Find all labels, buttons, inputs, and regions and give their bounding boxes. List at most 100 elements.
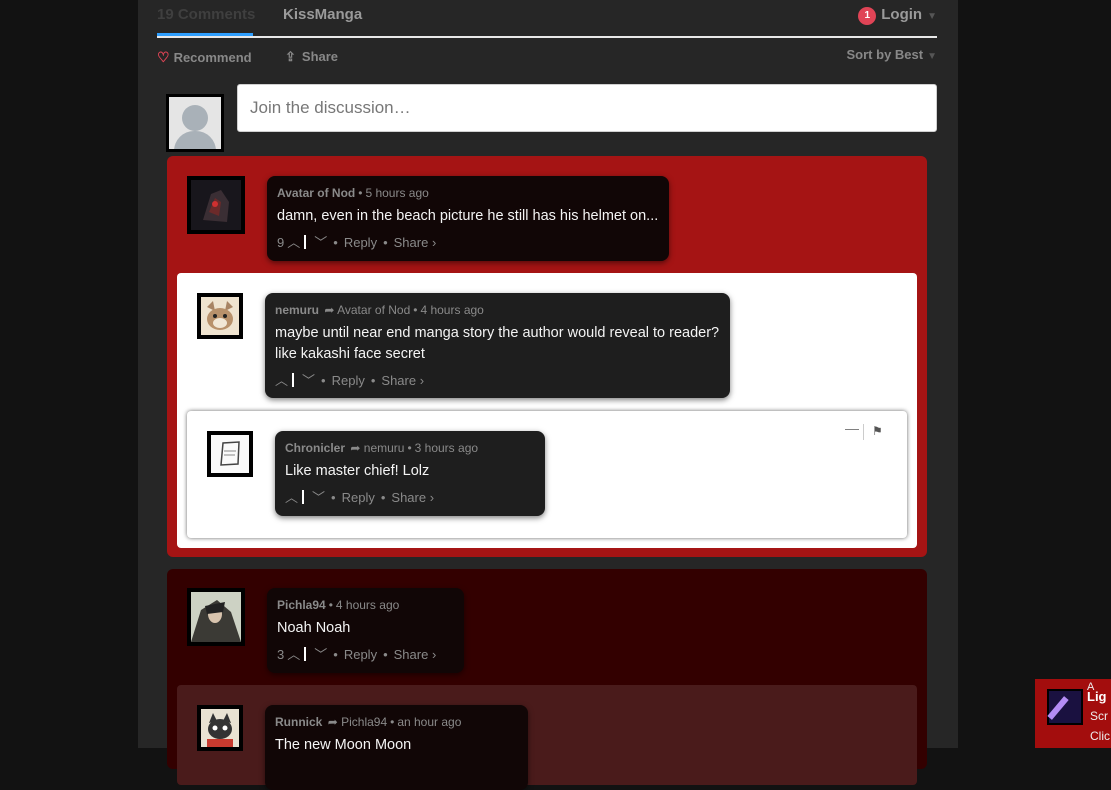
comment-text: Noah Noah — [277, 618, 454, 639]
reply-arrow-icon: ➦ — [327, 715, 338, 729]
vote-count: 9 — [277, 235, 285, 250]
upvote-icon[interactable]: ︿ — [285, 490, 298, 505]
comment-author[interactable]: Chronicler — [285, 441, 345, 455]
recommend-button[interactable]: ♡ Recommend — [157, 49, 252, 66]
comment-line: damn, even in the beach picture he still… — [277, 208, 659, 224]
avatar-image — [191, 180, 241, 230]
comment-line: Noah Noah — [277, 620, 351, 636]
comment-line: maybe until near end manga story the aut… — [275, 325, 720, 341]
comment-meta: nemuru ➦ Avatar of Nod • 4 hours ago — [275, 303, 484, 317]
comment-line: like kakashi face secret — [275, 346, 425, 362]
discussion-nav: 19 Comments KissManga 1 Login ▼ — [157, 0, 937, 38]
upvote-icon[interactable]: ︿ — [275, 373, 288, 388]
reply-to-author[interactable]: Avatar of Nod — [337, 303, 410, 317]
commenter-avatar[interactable] — [197, 705, 243, 751]
commenter-avatar[interactable] — [187, 176, 245, 234]
avatar-image — [201, 297, 239, 335]
vote-divider — [292, 373, 295, 387]
chevron-down-icon: ▼ — [927, 11, 937, 22]
tab-community[interactable]: KissManga — [283, 6, 362, 23]
share-link[interactable]: Share › — [394, 235, 437, 250]
comment-footer: 9 ︿ ﹀ • Reply • Share › — [277, 235, 437, 250]
comment-line: The new Moon Moon — [275, 737, 412, 753]
comment-time[interactable]: 3 hours ago — [415, 441, 478, 455]
comment-author[interactable]: Runnick — [275, 715, 322, 729]
reply-to-author[interactable]: nemuru — [364, 441, 405, 455]
comment-author[interactable]: Avatar of Nod — [277, 186, 355, 200]
comment-author[interactable]: Pichla94 — [277, 598, 326, 612]
reply-arrow-icon: ➦ — [350, 441, 361, 455]
comment-line: Like master chief! Lolz — [285, 463, 430, 479]
comment-author[interactable]: nemuru — [275, 303, 319, 317]
reply-button[interactable]: Reply — [344, 647, 377, 662]
share-button[interactable]: ⇪ Share — [285, 49, 338, 65]
user-avatar — [166, 94, 224, 152]
comment-card: Chronicler ➦ nemuru • 3 hours ago Like mas… — [275, 431, 545, 516]
comment-card: nemuru ➦ Avatar of Nod • 4 hours ago maybe… — [265, 293, 730, 398]
comment-text: Like master chief! Lolz — [285, 461, 535, 482]
ad-title: Lig — [1087, 689, 1107, 704]
reply-button[interactable]: Reply — [344, 235, 377, 250]
ad-thumbnail — [1047, 689, 1083, 725]
comment-input[interactable]: Join the discussion… — [237, 84, 937, 132]
comment-footer: 3 ︿ ﹀ • Reply • Share › — [277, 647, 437, 662]
ad-text: Scr — [1090, 709, 1108, 723]
notification-badge: 1 — [858, 7, 877, 25]
minimize-icon[interactable]: — — [845, 420, 859, 436]
downvote-icon[interactable]: ﹀ — [314, 235, 327, 250]
share-link[interactable]: Share › — [381, 373, 424, 388]
comment-time[interactable]: an hour ago — [397, 715, 461, 729]
vote-count: 3 — [277, 647, 285, 662]
avatar-placeholder-body — [174, 131, 216, 149]
comment-meta: Avatar of Nod • 5 hours ago — [277, 186, 429, 200]
comment-text: maybe until near end manga story the aut… — [275, 323, 720, 365]
comment-footer: ︿ ﹀ • Reply • Share › — [275, 373, 425, 388]
upvote-icon[interactable]: ︿ — [287, 647, 300, 662]
comment-meta: Pichla94 • 4 hours ago — [277, 598, 400, 612]
reply-to-author[interactable]: Pichla94 — [341, 715, 387, 729]
commenter-avatar[interactable] — [187, 588, 245, 646]
reply-button[interactable]: Reply — [342, 490, 375, 505]
share-link[interactable]: Share › — [391, 490, 434, 505]
commenter-avatar[interactable] — [207, 431, 253, 477]
comment-text: damn, even in the beach picture he still… — [277, 206, 659, 227]
ad-cta: Clic — [1090, 729, 1110, 743]
active-tab-indicator — [157, 33, 253, 36]
login-label: Login — [881, 6, 923, 23]
comment-card: Avatar of Nod • 5 hours ago damn, even in … — [267, 176, 669, 261]
chevron-down-icon: ▼ — [927, 51, 937, 62]
vote-divider — [304, 235, 307, 249]
share-link[interactable]: Share › — [394, 647, 437, 662]
commenter-avatar[interactable] — [197, 293, 243, 339]
comment-time[interactable]: 4 hours ago — [336, 598, 399, 612]
comment-time[interactable]: 5 hours ago — [365, 186, 428, 200]
upvote-icon[interactable]: ︿ — [287, 235, 300, 250]
thread-actions: ♡ Recommend ⇪ Share Sort by Best ▼ — [157, 47, 937, 67]
comment-footer: ︿ ﹀ • Reply • Share › — [285, 490, 435, 505]
reply-arrow-icon: ➦ — [324, 303, 335, 317]
downvote-icon[interactable]: ﹀ — [314, 647, 327, 662]
heart-icon: ♡ — [157, 49, 170, 65]
comment-time[interactable]: 4 hours ago — [420, 303, 483, 317]
vote-divider — [302, 490, 305, 504]
share-label: Share — [301, 49, 339, 64]
downvote-icon[interactable]: ﹀ — [302, 373, 315, 388]
avatar-image — [201, 709, 239, 747]
control-divider — [863, 424, 864, 440]
comment-card: Pichla94 • 4 hours ago Noah Noah 3 ︿ ﹀ • Reply… — [267, 588, 464, 673]
avatar-image — [211, 435, 249, 473]
comment-meta: Runnick ➦ Pichla94 • an hour ago — [275, 715, 462, 729]
sort-dropdown[interactable]: Sort by Best ▼ — [847, 47, 937, 62]
reply-button[interactable]: Reply — [332, 373, 365, 388]
tab-comment-count[interactable]: 19 Comments — [157, 6, 255, 23]
flag-icon[interactable]: ⚑ — [872, 424, 883, 438]
comment-text: The new Moon Moon — [275, 735, 518, 756]
share-icon: ⇪ — [285, 49, 296, 64]
recommend-label: Recommend — [173, 50, 252, 65]
ad-banner[interactable]: A Lig Scr Clic — [1035, 679, 1111, 748]
sort-label: Sort by Best — [846, 47, 924, 62]
comment-meta: Chronicler ➦ nemuru • 3 hours ago — [285, 441, 479, 455]
avatar-placeholder-head — [182, 105, 208, 131]
downvote-icon[interactable]: ﹀ — [312, 490, 325, 505]
login-menu[interactable]: 1 Login ▼ — [858, 6, 937, 25]
